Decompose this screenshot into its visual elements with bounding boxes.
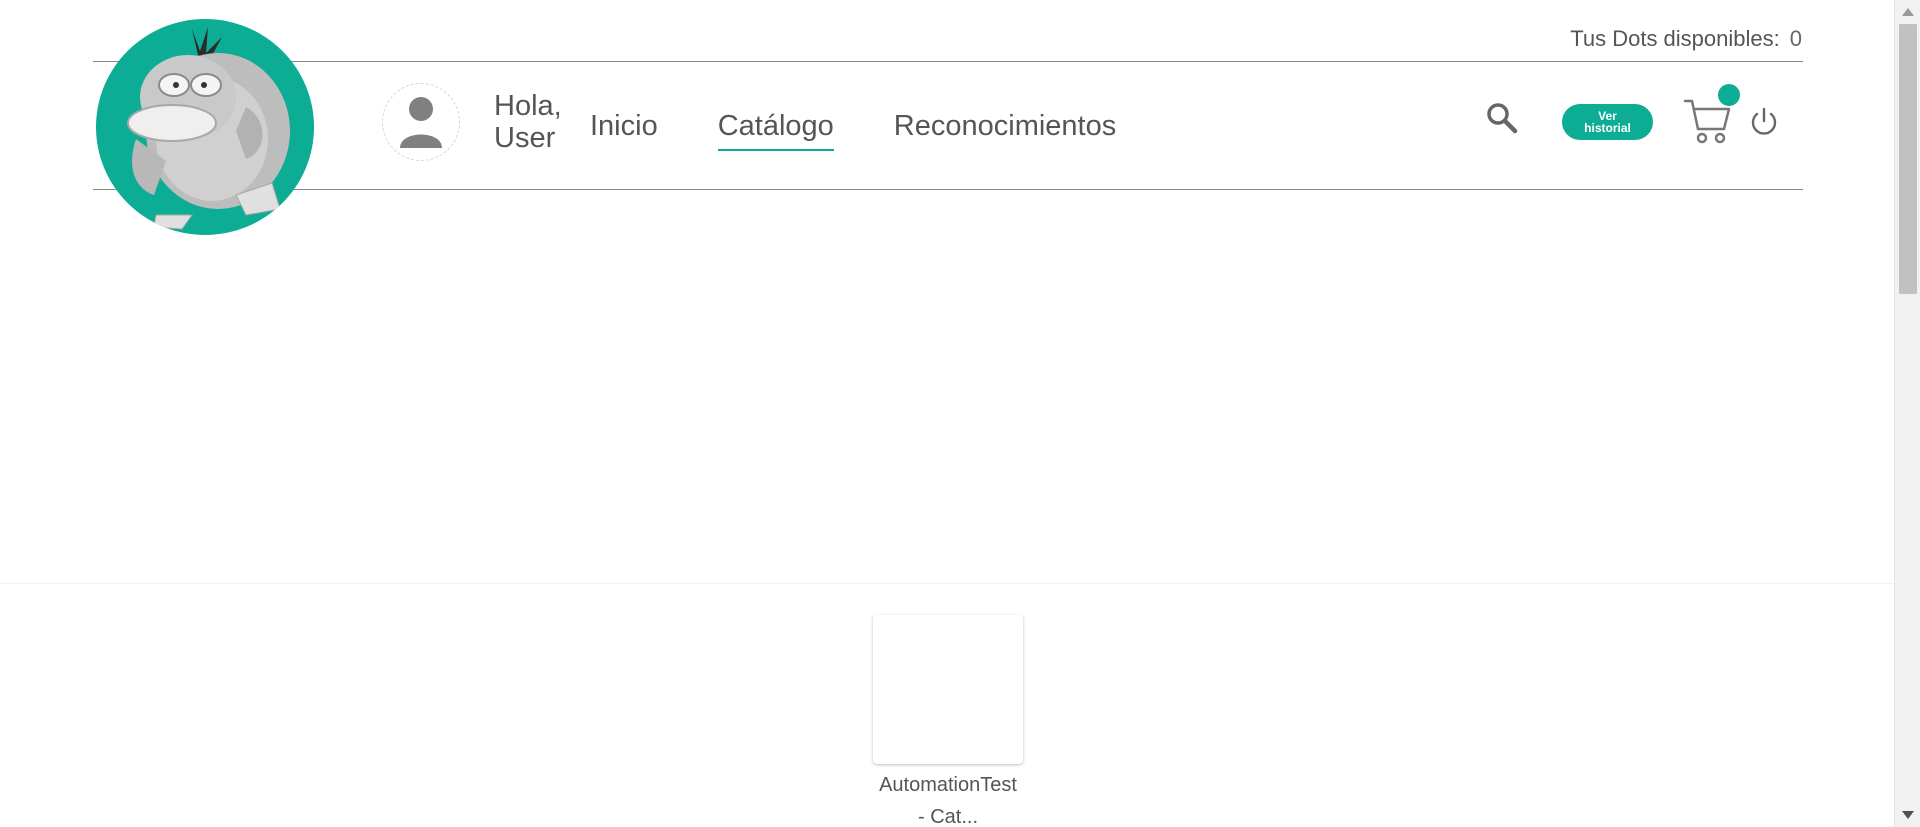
product-name-line-1: AutomationTest: [879, 774, 1017, 796]
product-card-title[interactable]: AutomationTest - Cat...: [858, 769, 1038, 827]
header-divider-bottom: [93, 189, 1803, 190]
product-card-image[interactable]: [873, 615, 1023, 764]
page: Tus Dots disponibles: 0 Hola, User Inici…: [0, 0, 1894, 827]
product-name-line-2: - Cat...: [917, 806, 978, 827]
scroll-down-arrow-icon[interactable]: [1902, 811, 1914, 819]
ver-historial-button[interactable]: Ver historial: [1562, 104, 1653, 140]
top-header: Tus Dots disponibles: 0 Hola, User Inici…: [0, 0, 1894, 235]
nav-item-inicio[interactable]: Inicio: [590, 110, 658, 149]
dots-value: 0: [1789, 26, 1802, 51]
dots-balance: Tus Dots disponibles: 0: [1570, 26, 1802, 52]
scroll-up-arrow-icon[interactable]: [1902, 8, 1914, 16]
dots-label: Tus Dots disponibles:: [1570, 26, 1780, 51]
user-avatar-icon: [400, 97, 442, 148]
duck-mascot-logo[interactable]: [96, 19, 314, 235]
greeting-username: User: [494, 122, 556, 154]
nav-item-catalogo[interactable]: Catálogo: [717, 110, 834, 151]
cart-count-badge: [1718, 84, 1740, 106]
power-icon[interactable]: [1748, 106, 1780, 138]
main-nav: Inicio Catálogo Reconocimientos: [590, 110, 1116, 151]
catalog-banner: [0, 196, 1894, 584]
header-divider-top: [93, 61, 1803, 62]
nav-item-reconocimientos[interactable]: Reconocimientos: [894, 110, 1116, 149]
user-greeting: Hola, User: [494, 90, 562, 154]
scroll-thumb[interactable]: [1899, 24, 1917, 294]
vertical-scrollbar[interactable]: [1894, 0, 1920, 827]
historial-line-2: historial: [1584, 121, 1631, 135]
duck-mascot-icon: [127, 27, 290, 230]
user-avatar[interactable]: [382, 83, 460, 161]
search-icon[interactable]: [1484, 100, 1520, 136]
greeting-hello: Hola,: [494, 90, 562, 122]
